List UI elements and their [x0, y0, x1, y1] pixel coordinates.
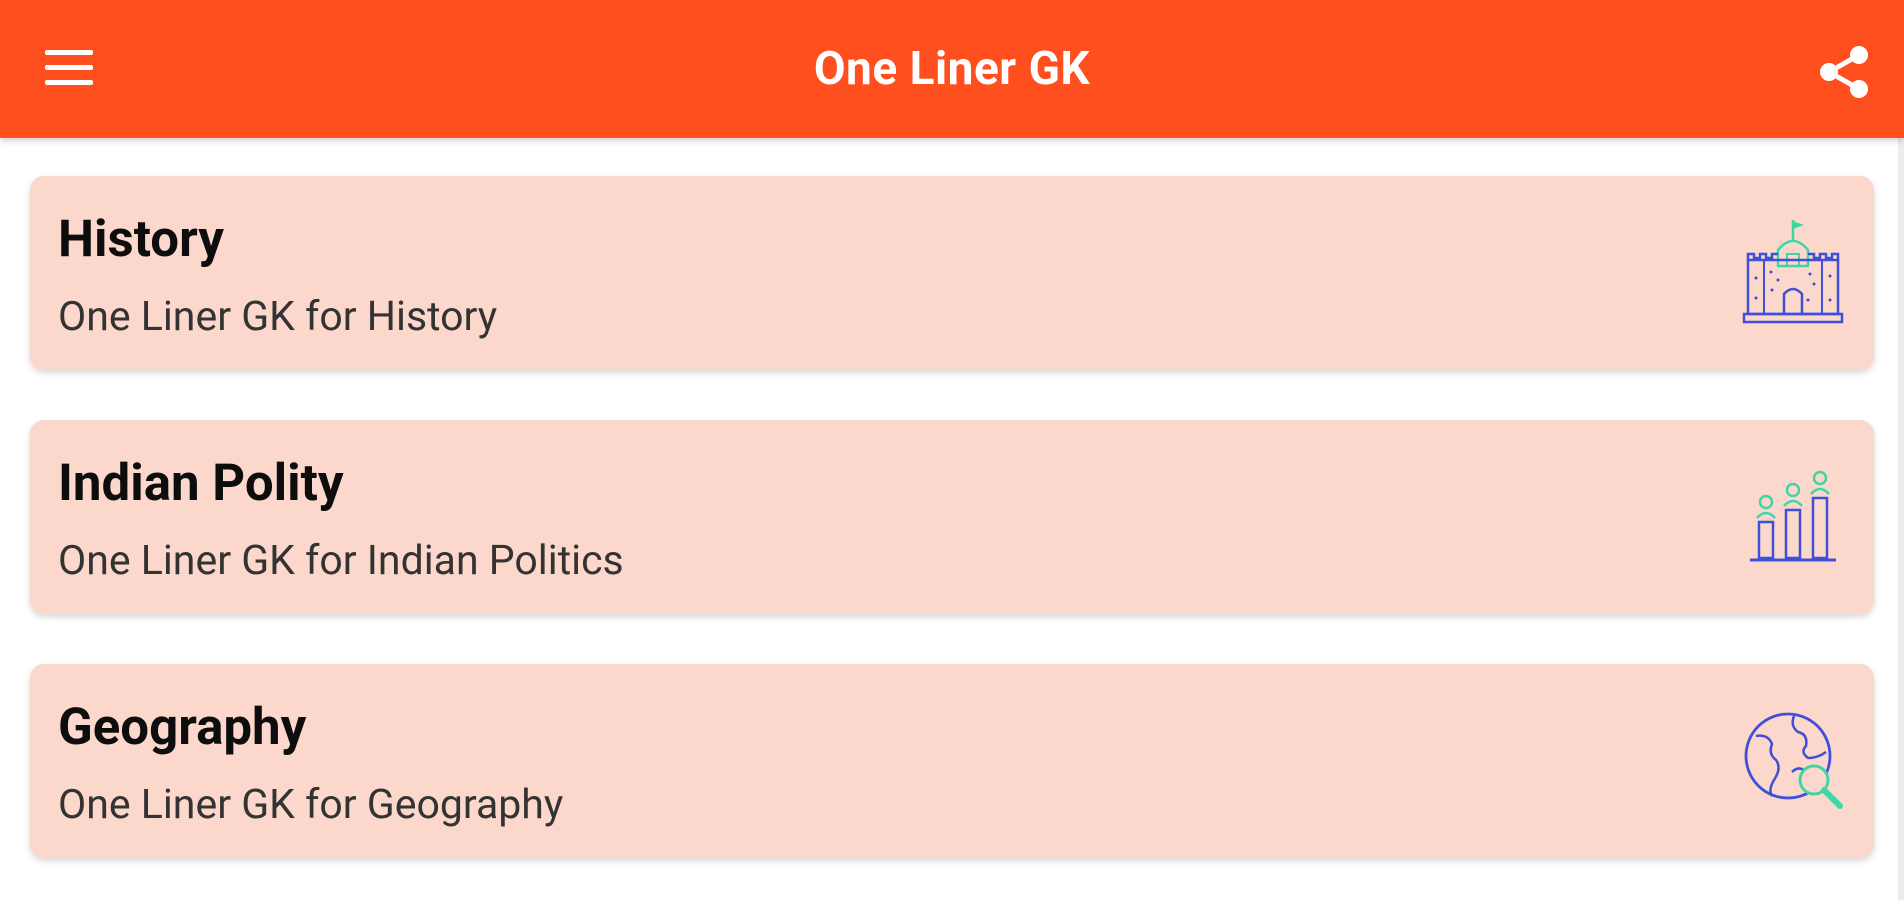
category-title: Geography: [58, 698, 307, 757]
scrollbar-track: [1898, 138, 1904, 900]
category-card-geography[interactable]: Geography One Liner GK for Geography: [30, 664, 1874, 858]
castle-icon: [1742, 220, 1844, 324]
globe-search-icon: [1744, 712, 1843, 809]
hamburger-menu-icon[interactable]: [38, 42, 100, 94]
app-bar: One Liner GK: [0, 0, 1904, 138]
category-title: History: [58, 210, 224, 269]
category-subtitle: One Liner GK for Geography: [58, 781, 564, 829]
politics-chart-icon: [1750, 470, 1836, 562]
share-icon[interactable]: [1812, 42, 1876, 102]
app-title: One Liner GK: [813, 42, 1091, 96]
category-subtitle: One Liner GK for History: [58, 293, 498, 341]
category-subtitle: One Liner GK for Indian Politics: [58, 537, 624, 585]
category-card-history[interactable]: History One Liner GK for History: [30, 176, 1874, 370]
category-title: Indian Polity: [58, 454, 344, 513]
category-list: History One Liner GK for History Indian …: [0, 138, 1904, 900]
category-card-indian-polity[interactable]: Indian Polity One Liner GK for Indian Po…: [30, 420, 1874, 614]
